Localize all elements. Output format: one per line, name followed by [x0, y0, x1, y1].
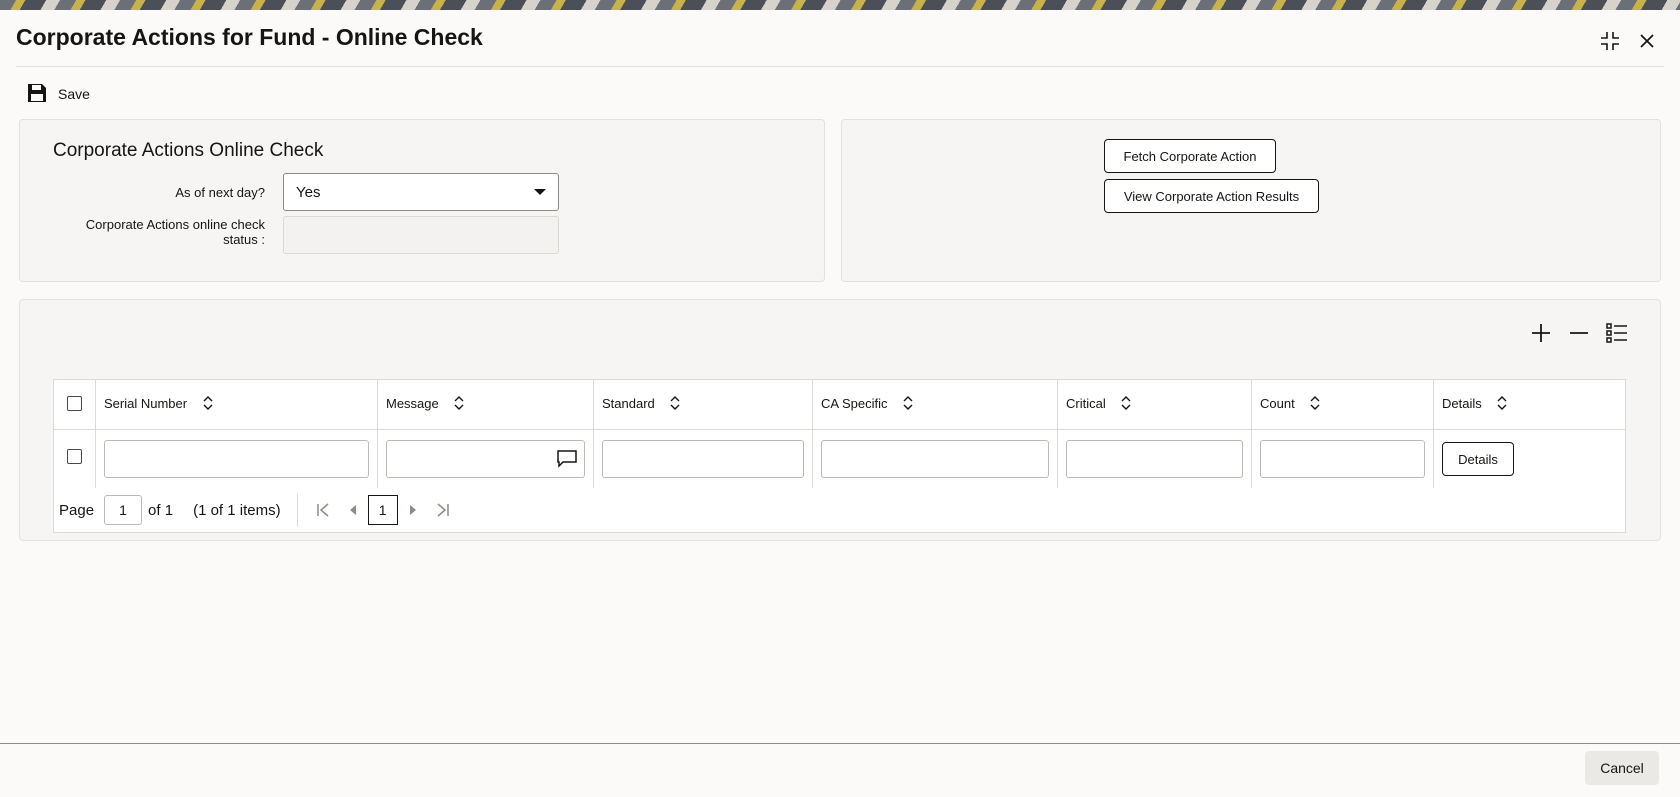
critical-cell: [1057, 429, 1252, 489]
dialog-window: Corporate Actions for Fund - Online Chec…: [0, 10, 1680, 797]
save-label: Save: [58, 86, 90, 102]
add-row-icon[interactable]: [1528, 320, 1554, 346]
column-label: Details: [1442, 395, 1482, 411]
status-field: [283, 216, 559, 254]
column-header-ca-specific[interactable]: CA Specific: [812, 379, 1058, 430]
column-label: Serial Number: [104, 395, 188, 411]
cancel-button[interactable]: Cancel: [1585, 751, 1659, 785]
page-title: Corporate Actions for Fund - Online Chec…: [16, 24, 483, 50]
column-label: Critical: [1066, 395, 1106, 411]
as-of-next-day-label: As of next day?: [175, 185, 265, 200]
last-page-icon[interactable]: [428, 495, 458, 525]
sort-icon[interactable]: [1497, 396, 1507, 413]
column-label: Standard: [602, 395, 655, 411]
floppy-disk-icon: [26, 82, 48, 107]
column-header-count[interactable]: Count: [1251, 379, 1434, 430]
message-input[interactable]: [386, 440, 585, 478]
section-title: Corporate Actions Online Check: [53, 140, 324, 161]
view-corporate-action-results-button[interactable]: View Corporate Action Results: [1104, 179, 1319, 213]
results-table: Serial Number Message Standard CA Specif…: [53, 379, 1626, 489]
standard-cell: [593, 429, 813, 489]
previous-page-icon[interactable]: [338, 495, 368, 525]
header-divider: [16, 66, 1664, 67]
sort-icon[interactable]: [903, 396, 913, 413]
results-grid-panel: Serial Number Message Standard CA Specif…: [19, 299, 1661, 541]
first-page-icon[interactable]: [308, 495, 338, 525]
column-label: CA Specific: [821, 395, 888, 411]
grid-toolbar: [1528, 320, 1630, 346]
standard-input[interactable]: [602, 440, 804, 478]
sort-icon[interactable]: [203, 396, 213, 413]
chevron-down-icon: [534, 189, 546, 195]
close-icon[interactable]: [1634, 28, 1660, 54]
save-button[interactable]: Save: [26, 82, 90, 106]
column-header-message[interactable]: Message: [377, 379, 594, 430]
fetch-corporate-action-button[interactable]: Fetch Corporate Action: [1104, 139, 1276, 173]
remove-row-icon[interactable]: [1566, 320, 1592, 346]
serial-number-cell: [95, 429, 378, 489]
page-label: Page: [59, 501, 95, 519]
table-header-row: Serial Number Message Standard CA Specif…: [53, 379, 1626, 430]
row-select-cell: [53, 429, 96, 489]
footer-divider: [0, 743, 1680, 744]
column-header-critical[interactable]: Critical: [1057, 379, 1252, 430]
pagination: Page 1 of 1 (1 of 1 items) 1: [53, 488, 1626, 533]
table-row: Details: [53, 429, 1626, 489]
column-header-serial-number[interactable]: Serial Number: [95, 379, 378, 430]
sort-icon[interactable]: [1121, 396, 1131, 413]
items-count-label: (1 of 1 items): [193, 501, 281, 519]
count-input[interactable]: [1260, 440, 1425, 478]
details-button[interactable]: Details: [1442, 442, 1514, 476]
collapse-icon[interactable]: [1597, 28, 1623, 54]
column-list-icon[interactable]: [1604, 320, 1630, 346]
page-number-input[interactable]: 1: [104, 495, 143, 525]
as-of-next-day-value: Yes: [296, 183, 321, 201]
ca-specific-cell: [812, 429, 1058, 489]
comment-icon[interactable]: [557, 450, 577, 473]
actions-panel: Fetch Corporate Action View Corporate Ac…: [841, 119, 1661, 282]
current-page-button[interactable]: 1: [367, 495, 398, 525]
select-all-cell: [53, 379, 96, 430]
serial-number-input[interactable]: [104, 440, 369, 478]
status-label-line2: status :: [223, 232, 265, 247]
ca-specific-input[interactable]: [821, 440, 1049, 478]
message-cell: [377, 429, 594, 489]
sort-icon[interactable]: [1310, 396, 1320, 413]
next-page-icon[interactable]: [398, 495, 428, 525]
status-label-line1: Corporate Actions online check: [85, 217, 265, 232]
sort-icon[interactable]: [454, 396, 464, 413]
background-banner-strip: [0, 0, 1680, 10]
column-header-standard[interactable]: Standard: [593, 379, 813, 430]
count-cell: [1251, 429, 1434, 489]
status-label: Corporate Actions online check status :: [45, 217, 265, 247]
details-cell: Details: [1433, 429, 1626, 489]
pager-divider: [296, 494, 298, 526]
row-checkbox[interactable]: [67, 449, 82, 464]
column-label: Message: [386, 395, 439, 411]
as-of-next-day-select[interactable]: Yes: [283, 173, 559, 211]
sort-icon[interactable]: [670, 396, 680, 413]
page-total-label: of 1: [148, 501, 174, 519]
select-all-checkbox[interactable]: [67, 395, 82, 411]
column-header-details[interactable]: Details: [1433, 379, 1626, 430]
column-label: Count: [1260, 395, 1295, 411]
online-check-panel: Corporate Actions Online Check As of nex…: [19, 119, 825, 282]
critical-input[interactable]: [1066, 440, 1243, 478]
